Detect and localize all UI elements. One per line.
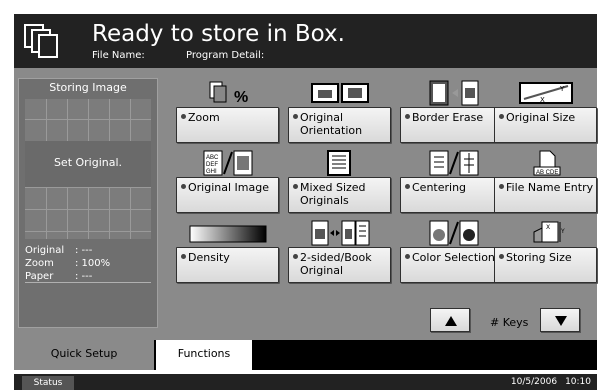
- keys-label: # Keys: [490, 316, 529, 329]
- duplex-cell: 2-sided/Book Original: [288, 218, 391, 288]
- density-button[interactable]: Density: [176, 247, 279, 283]
- svg-text:X: X: [546, 224, 550, 231]
- border-erase-cell: Border Erase: [400, 78, 503, 148]
- original-image-icon: ABC DEF GHI: [203, 150, 253, 176]
- info-paper: Paper: ---: [25, 271, 93, 282]
- tab-bar: Quick Setup Functions: [14, 340, 597, 370]
- tab-quick-setup[interactable]: Quick Setup: [14, 340, 154, 370]
- color-selection-button[interactable]: Color Selection: [400, 247, 503, 283]
- info-original: Original: ---: [25, 245, 93, 256]
- zoom-cell: % Zoom: [176, 78, 279, 148]
- original-image-cell: ABC DEF GHI Original Image: [176, 148, 279, 218]
- centering-icon: [429, 150, 479, 176]
- zoom-button[interactable]: Zoom: [176, 107, 279, 143]
- preview-grid: Set Original.: [25, 99, 151, 239]
- svg-text:GHI: GHI: [206, 169, 217, 175]
- preview-title: Storing Image: [49, 81, 127, 94]
- program-detail-label: Program Detail:: [186, 50, 265, 61]
- arrow-up-icon: [445, 316, 457, 326]
- file-name-entry-button[interactable]: File Name Entry: [494, 177, 597, 213]
- header-bar: Ready to store in Box. File Name: Progra…: [14, 14, 597, 68]
- mixed-size-cell: Mixed Sized Originals: [288, 148, 391, 218]
- file-name-entry-cell: AB CDE File Name Entry: [494, 148, 597, 218]
- status-button[interactable]: Status: [22, 376, 74, 390]
- scroll-down-button[interactable]: [540, 308, 580, 332]
- svg-text:Y: Y: [559, 85, 565, 93]
- duplex-icon: [311, 220, 370, 246]
- density-cell: Density: [176, 218, 279, 288]
- density-icon: [189, 225, 267, 243]
- orientation-icon: [311, 83, 369, 103]
- centering-button[interactable]: Centering: [400, 177, 503, 213]
- svg-text:AB CDE: AB CDE: [536, 170, 558, 176]
- set-original-message: Set Original.: [53, 156, 123, 169]
- screen: Ready to store in Box. File Name: Progra…: [0, 0, 605, 390]
- mixed-size-icon: [327, 150, 351, 176]
- svg-text:X: X: [540, 96, 545, 104]
- box-document-icon: [24, 24, 58, 58]
- centering-cell: Centering: [400, 148, 503, 218]
- original-image-button[interactable]: Original Image: [176, 177, 279, 213]
- storing-size-button[interactable]: Storing Size: [494, 247, 597, 283]
- storing-image-preview: Storing Image Set Original. Original: --…: [18, 78, 158, 328]
- status-bar: Status 10/5/2006 10:10: [14, 374, 597, 390]
- file-name-label: File Name:: [92, 50, 145, 61]
- scroll-up-button[interactable]: [430, 308, 470, 332]
- svg-text:ABC: ABC: [206, 155, 219, 161]
- zoom-icon: %: [209, 81, 248, 106]
- storing-size-icon: XY: [533, 221, 565, 243]
- original-orientation-button[interactable]: Original Orientation: [288, 107, 391, 143]
- orientation-cell: Original Orientation: [288, 78, 391, 148]
- tab-functions[interactable]: Functions: [156, 340, 252, 370]
- info-divider: [25, 282, 151, 283]
- border-erase-button[interactable]: Border Erase: [400, 107, 503, 143]
- svg-text:%: %: [234, 89, 248, 106]
- duplex-book-original-button[interactable]: 2-sided/Book Original: [288, 247, 391, 283]
- arrow-down-icon: [555, 316, 567, 326]
- date-time: 10/5/2006 10:10: [510, 377, 591, 387]
- color-selection-icon: [429, 220, 479, 246]
- page-title: Ready to store in Box.: [92, 21, 345, 47]
- color-selection-cell: Color Selection: [400, 218, 503, 288]
- storing-size-cell: XY Storing Size: [494, 218, 597, 288]
- svg-text:DEF: DEF: [206, 162, 218, 168]
- original-size-icon: XY: [519, 82, 573, 104]
- info-zoom: Zoom: 100%: [25, 258, 111, 269]
- border-erase-icon: [429, 80, 479, 106]
- svg-text:Y: Y: [560, 228, 565, 235]
- original-size-cell: XY Original Size: [494, 78, 597, 148]
- original-size-button[interactable]: Original Size: [494, 107, 597, 143]
- file-name-icon: AB CDE: [533, 150, 561, 176]
- main-panel: Storing Image Set Original. Original: --…: [14, 68, 597, 340]
- mixed-sized-originals-button[interactable]: Mixed Sized Originals: [288, 177, 391, 213]
